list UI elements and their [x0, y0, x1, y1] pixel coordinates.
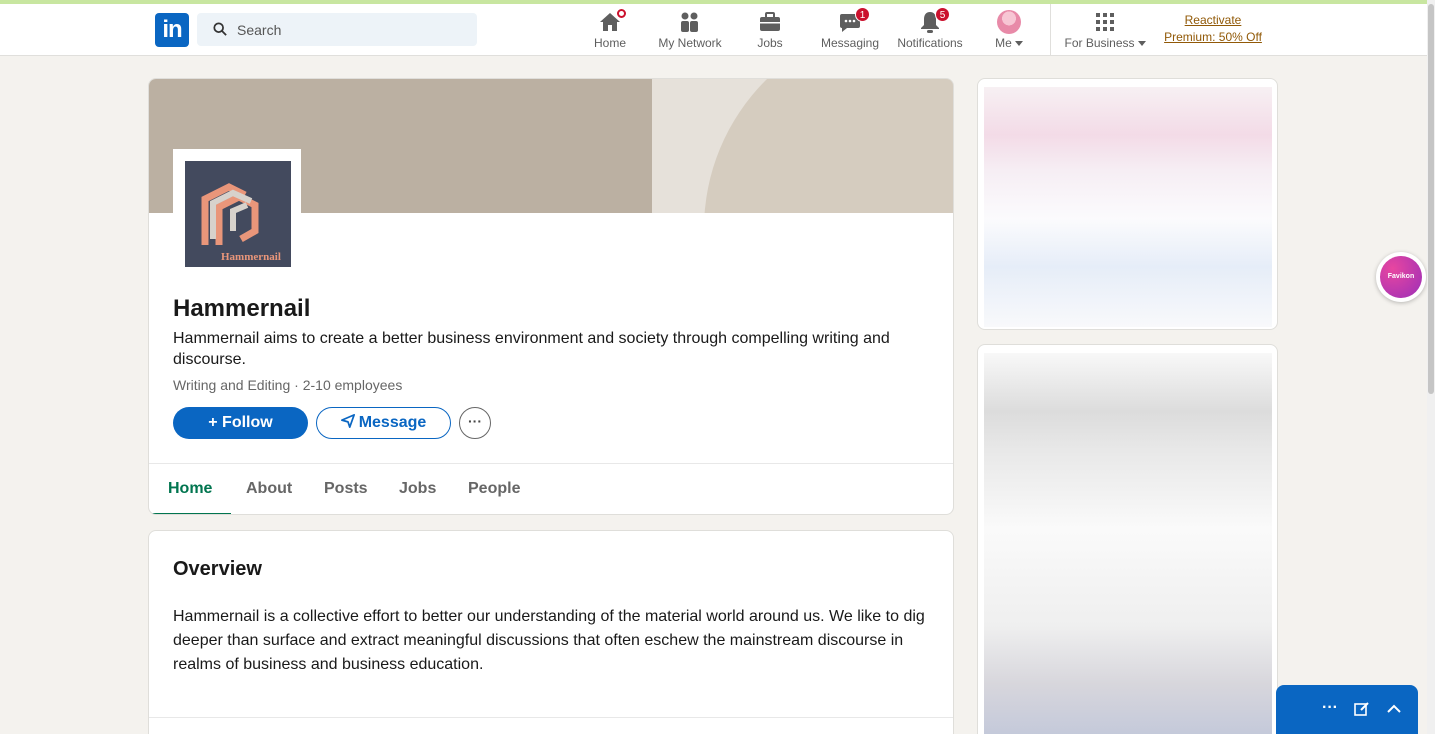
- ellipsis-icon[interactable]: ···: [1322, 699, 1338, 717]
- message-button-label: Message: [358, 414, 427, 431]
- nav-messaging-label: Messaging: [820, 36, 880, 50]
- nav-for-business-label: For Business: [1064, 36, 1135, 50]
- favikon-logo-icon: Favikon: [1380, 256, 1422, 298]
- nav-home-label: Home: [593, 36, 626, 50]
- briefcase-icon: [758, 10, 782, 34]
- home-notification-dot: [615, 7, 628, 20]
- avatar: [997, 10, 1021, 34]
- company-size[interactable]: 2-10 employees: [303, 377, 403, 393]
- overview-text: Hammernail is a collective effort to bet…: [173, 608, 925, 673]
- follow-button[interactable]: + Follow: [173, 407, 308, 439]
- nav-for-business[interactable]: For Business: [1060, 8, 1150, 56]
- chevron-down-icon: [1137, 41, 1146, 47]
- nav-divider: [1050, 4, 1051, 56]
- search-input[interactable]: [237, 13, 467, 46]
- nav-jobs[interactable]: Jobs: [750, 8, 790, 56]
- company-header-card: Hammernail Hammernail Hammernail aims to…: [148, 78, 954, 515]
- premium-line-1: Reactivate: [1184, 13, 1242, 27]
- chevron-up-icon[interactable]: [1386, 703, 1402, 715]
- company-tabs: Home About Posts Jobs People: [149, 463, 953, 514]
- more-options-button[interactable]: ···: [459, 407, 491, 439]
- top-nav-bar: in Home My Network Jobs 1 Messaging 5: [0, 4, 1427, 56]
- card-divider: [149, 717, 953, 718]
- right-ad-card-1[interactable]: [977, 78, 1278, 330]
- company-meta: Writing and Editing · 2-10 employees: [173, 377, 402, 393]
- nav-me-menu[interactable]: Me: [988, 8, 1030, 56]
- chevron-down-icon: [1014, 41, 1023, 47]
- logo-wordmark: Hammernail: [221, 251, 281, 263]
- tab-jobs[interactable]: Jobs: [380, 464, 455, 514]
- overview-title: Overview: [173, 558, 262, 580]
- messaging-badge: 1: [855, 7, 870, 22]
- tab-home[interactable]: Home: [149, 464, 232, 514]
- blurred-ad-image: [984, 87, 1272, 327]
- nav-notifications[interactable]: 5 Notifications: [893, 7, 967, 56]
- nav-jobs-label: Jobs: [757, 36, 783, 50]
- linkedin-logo-icon[interactable]: in: [155, 13, 189, 47]
- reactivate-premium-link[interactable]: Reactivate Premium: 50% Off: [1158, 12, 1268, 46]
- premium-line-2: Premium: 50% Off: [1164, 30, 1262, 44]
- overview-card: Overview Hammernail is a collective effo…: [148, 530, 954, 734]
- tab-people[interactable]: People: [449, 464, 539, 514]
- bell-icon: 5: [918, 7, 950, 34]
- nav-home[interactable]: Home: [587, 7, 633, 56]
- nav-notifications-label: Notifications: [897, 36, 963, 50]
- nav-messaging[interactable]: 1 Messaging: [817, 7, 883, 56]
- send-icon: [340, 414, 355, 428]
- right-ad-card-2[interactable]: [977, 344, 1278, 734]
- company-name: Hammernail: [173, 295, 311, 322]
- company-logo[interactable]: Hammernail: [173, 149, 301, 277]
- notifications-badge: 5: [935, 7, 950, 22]
- home-icon: [598, 7, 628, 34]
- messaging-icon: 1: [838, 7, 870, 34]
- grid-icon: [1093, 10, 1117, 34]
- compose-icon[interactable]: [1354, 701, 1370, 717]
- company-tagline: Hammernail aims to create a better busin…: [173, 330, 890, 368]
- company-industry: Writing and Editing: [173, 377, 291, 393]
- nav-my-network[interactable]: My Network: [652, 8, 728, 56]
- nav-me-label: Me: [995, 36, 1012, 50]
- meta-separator: ·: [290, 377, 303, 393]
- people-icon: [678, 10, 702, 34]
- search-icon: [213, 22, 227, 36]
- scrollbar-thumb[interactable]: [1428, 4, 1434, 394]
- favikon-extension-button[interactable]: Favikon: [1376, 252, 1426, 302]
- tab-posts[interactable]: Posts: [305, 464, 387, 514]
- message-button[interactable]: Message: [316, 407, 451, 439]
- search-box[interactable]: [197, 13, 477, 46]
- tab-about[interactable]: About: [227, 464, 311, 514]
- blurred-ad-image: [984, 353, 1272, 734]
- nav-my-network-label: My Network: [658, 36, 722, 50]
- messaging-overlay-bar[interactable]: ···: [1276, 685, 1418, 734]
